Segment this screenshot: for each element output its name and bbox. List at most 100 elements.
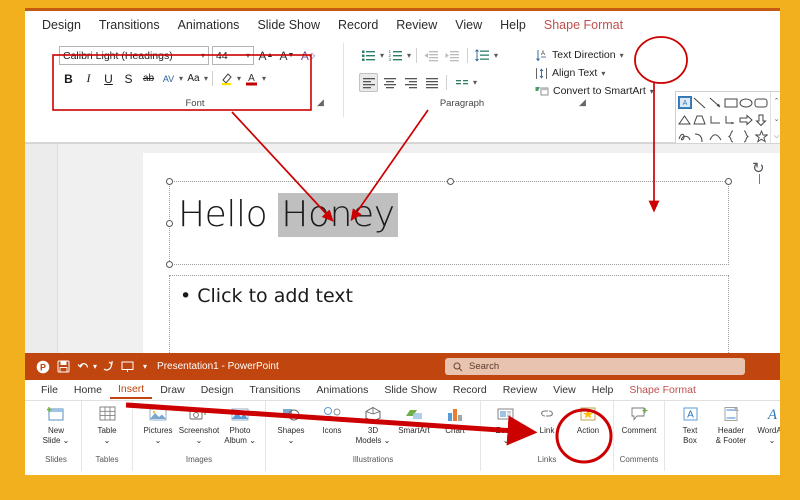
photo-album-button[interactable]: Photo Album ⌄ [220,401,260,445]
underline-button[interactable]: U [99,69,118,88]
shape-rectangle-icon[interactable] [724,97,738,109]
title-placeholder[interactable]: Hello Honey [166,178,732,268]
tab-draw[interactable]: Draw [152,382,193,398]
resize-handle-top-center[interactable] [447,178,454,185]
font-name-combobox[interactable]: Calibri Light (Headings) ▾ [59,46,209,65]
slide-title-text[interactable]: Hello Honey [178,193,398,237]
shapes-button[interactable]: Shapes ⌄ [271,401,311,445]
customize-quick-access-toolbar-icon[interactable]: ▾ [143,362,147,371]
resize-handle-top-right[interactable] [725,178,732,185]
align-center-button[interactable] [380,73,399,92]
shape-curve-icon[interactable] [709,131,722,143]
chevron-down-icon[interactable]: ▾ [179,74,183,83]
font-dialog-launcher-icon[interactable]: ◢ [317,97,324,108]
tab-home[interactable]: Home [66,382,110,398]
search-box[interactable]: Search [445,358,745,375]
shapes-gallery-scrollbar[interactable]: ⌃ ⌄ ⌵ [770,92,780,146]
shape-left-brace-icon[interactable] [726,130,736,143]
wordart-button[interactable]: A WordArt ⌄ [752,401,780,445]
chart-button[interactable]: Chart [435,401,475,436]
character-spacing-button[interactable]: AV [159,69,178,88]
tab-file[interactable]: File [33,382,66,398]
shape-elbow-arrow-icon[interactable] [724,114,737,126]
chevron-down-icon[interactable]: ▾ [237,74,241,83]
ribbon-tab-transitions[interactable]: Transitions [90,15,169,35]
font-size-combobox[interactable]: 44 ▾ [212,46,254,65]
comment-button[interactable]: Comment [619,401,659,436]
text-shadow-button[interactable]: S [119,69,138,88]
columns-button[interactable] [452,73,471,92]
shape-arc-icon[interactable] [693,131,706,143]
shape-down-arrow-icon[interactable] [755,114,768,126]
text-box-button[interactable]: A Text Box [670,401,710,445]
ribbon-tab-slide-show[interactable]: Slide Show [248,15,329,35]
resize-handle-top-left[interactable] [166,178,173,185]
tab-design[interactable]: Design [193,382,242,398]
scroll-down-icon[interactable]: ⌄ [771,110,780,128]
header-footer-button[interactable]: Header & Footer [711,401,751,445]
shape-rounded-rectangle-icon[interactable] [754,97,768,109]
align-text-button[interactable]: Align Text ▾ [535,64,654,82]
change-case-button[interactable]: Aa [184,69,203,88]
text-highlight-color-button[interactable] [217,69,236,88]
ribbon-tab-shape-format[interactable]: Shape Format [535,15,632,35]
tab-insert[interactable]: Insert [109,381,153,399]
shape-elbow-connector-icon[interactable] [709,114,722,126]
start-presentation-icon[interactable] [117,357,137,377]
tab-record[interactable]: Record [445,382,495,398]
content-placeholder[interactable]: • Click to add text [169,275,729,353]
shape-right-arrow-icon[interactable] [739,113,753,126]
chevron-down-icon[interactable]: ▾ [473,78,477,87]
tab-animations[interactable]: Animations [308,382,376,398]
chevron-down-icon[interactable]: ▾ [204,74,208,83]
increase-indent-button[interactable] [443,46,462,65]
resize-handle-bottom-left[interactable] [166,261,173,268]
tab-slide-show[interactable]: Slide Show [376,382,445,398]
icons-button[interactable]: Icons [312,401,352,436]
justify-button[interactable] [422,73,441,92]
paragraph-dialog-launcher-icon[interactable]: ◢ [579,97,586,108]
redo-icon[interactable] [97,357,117,377]
tab-shape-format[interactable]: Shape Format [621,382,704,398]
chevron-down-icon[interactable]: ▾ [494,51,498,60]
align-left-button[interactable] [359,73,378,92]
screenshot-button[interactable]: Screenshot ⌄ [179,401,219,445]
link-button[interactable]: Link [527,401,567,436]
shape-line-icon[interactable] [693,97,706,109]
slide-thumbnail-pane[interactable] [25,144,58,353]
decrease-font-size-icon[interactable]: A ▼ [278,46,296,65]
chevron-down-icon[interactable]: ▾ [407,51,411,60]
3d-models-button[interactable]: 3D Models ⌄ [353,401,393,445]
shape-oval-icon[interactable] [739,97,753,109]
clear-all-formatting-icon[interactable]: A ◇ [299,46,317,65]
ribbon-tab-review[interactable]: Review [387,15,446,35]
ribbon-tab-view[interactable]: View [446,15,491,35]
ribbon-tab-animations[interactable]: Animations [169,15,249,35]
tab-help[interactable]: Help [584,382,622,398]
scroll-up-icon[interactable]: ⌃ [771,92,780,110]
new-slide-button[interactable]: New Slide ⌄ [36,401,76,445]
ribbon-tab-help[interactable]: Help [491,15,535,35]
table-button[interactable]: Table ⌄ [87,401,127,445]
bold-button[interactable]: B [59,69,78,88]
smartart-button[interactable]: SmartArt [394,401,434,436]
shape-text-box-icon[interactable]: A [677,96,692,109]
zoom-button[interactable]: Zoom ⌄ [486,401,526,445]
slide-surface[interactable]: ↻ Hello Honey • Click to add text [143,153,780,353]
resize-handle-middle-left[interactable] [166,220,173,227]
chevron-down-icon[interactable]: ▾ [262,74,266,83]
chevron-down-icon[interactable]: ▾ [380,51,384,60]
shape-arrow-icon[interactable] [709,97,722,109]
shape-freeform-icon[interactable] [678,131,692,143]
shape-triangle-icon[interactable] [678,114,692,126]
shape-star-icon[interactable] [754,130,768,143]
strikethrough-button[interactable]: ab [139,69,158,88]
italic-button[interactable]: I [79,69,98,88]
tab-transitions[interactable]: Transitions [241,382,308,398]
tab-view[interactable]: View [545,382,584,398]
save-icon[interactable] [53,357,73,377]
shapes-gallery[interactable]: A ⌃ ⌄ ⌵ [675,91,780,147]
font-color-button[interactable]: A [242,69,261,88]
numbering-button[interactable]: 1 2 3 [386,46,405,65]
shape-right-brace-icon[interactable] [741,130,751,143]
